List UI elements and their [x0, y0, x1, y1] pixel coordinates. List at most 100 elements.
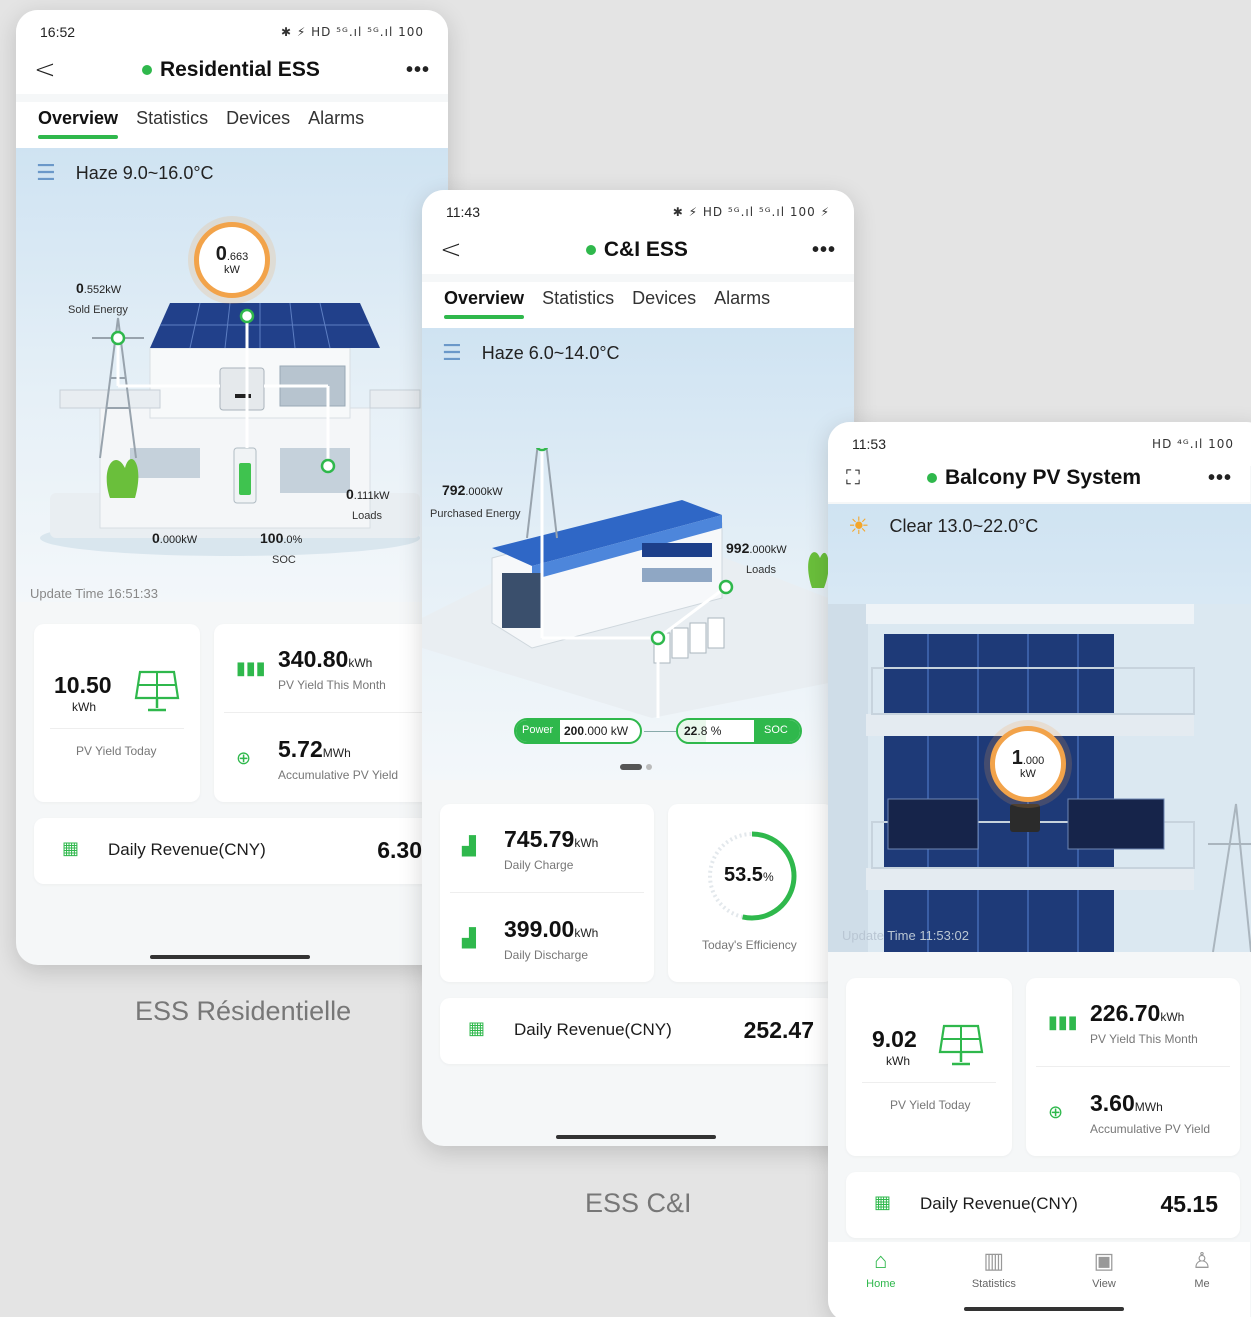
weather-text: Haze 9.0~16.0°C — [75, 162, 214, 183]
ci-phone: 11:43 ✱ ⚡ HD ⁵ᴳ.ıl ⁵ᴳ.ıl 100 ⚡ < C&I ESS… — [422, 190, 854, 1146]
purchased-energy-value: 792.000kW — [442, 482, 503, 498]
pv-yield-acc-value: 5.72MWh — [278, 736, 351, 762]
daily-revenue-value: 45.15 — [1160, 1191, 1218, 1217]
bar-chart-icon: ▮▮▮ — [236, 658, 266, 678]
pv-yield-month-card[interactable]: ▮▮▮ 340.80kWh PV Yield This Month ⊕ 5.72… — [214, 624, 448, 802]
nav-me[interactable]: ♙ Me — [1192, 1248, 1212, 1317]
soc-value: 22.8 % — [684, 724, 722, 738]
online-status-dot — [585, 245, 596, 255]
energy-flow-panel: ☀ Clear 13.0~22.0°C 1.000 kW Update Time… — [828, 504, 1251, 952]
weather-text: Haze 6.0~14.0°C — [481, 342, 620, 363]
tab-overview[interactable]: Overview — [444, 282, 525, 319]
status-icons: ✱ ⚡ HD ⁵ᴳ.ıl ⁵ᴳ.ıl 100 — [280, 25, 424, 39]
back-icon[interactable]: < — [440, 235, 462, 265]
tab-devices[interactable]: Devices — [226, 102, 290, 129]
pv-yield-today-value: 9.02 — [872, 1026, 917, 1052]
online-status-dot — [141, 65, 152, 75]
nav-view-label: View — [1092, 1278, 1116, 1290]
daily-revenue-card[interactable]: ▦ Daily Revenue(CNY) 45.15 — [846, 1172, 1240, 1238]
residential-caption: ESS Résidentielle — [135, 996, 352, 1026]
tab-bar: Overview Statistics Devices Alarms — [422, 282, 854, 328]
status-time: 11:43 — [446, 204, 480, 220]
more-menu-icon[interactable]: ••• — [1208, 467, 1232, 490]
energy-flow-panel: ☰ Haze 6.0~14.0°C 792.000kW Purchased En… — [422, 328, 854, 780]
daily-revenue-card[interactable]: ▦ Daily Revenue(CNY) 6.30 — [34, 818, 448, 884]
pv-yield-month-value: 340.80kWh — [278, 646, 373, 672]
ci-caption: ESS C&I — [585, 1188, 692, 1218]
status-time: 16:52 — [40, 24, 76, 40]
tab-statistics[interactable]: Statistics — [136, 102, 208, 129]
bottom-nav: ⌂ Home ▥ Statistics ▣ View ♙ Me — [828, 1242, 1250, 1317]
status-icons: ✱ ⚡ HD ⁵ᴳ.ıl ⁵ᴳ.ıl 100 ⚡ — [672, 205, 830, 219]
pv-yield-acc-label: Accumulative PV Yield — [1090, 1122, 1211, 1136]
power-label: Power — [516, 720, 560, 742]
loads-label: Loads — [746, 564, 776, 576]
pv-power-gauge: 0.663 kW — [194, 222, 270, 298]
pv-yield-today-card[interactable]: 10.50 kWh PV Yield Today — [34, 624, 200, 802]
solar-panel-icon — [134, 670, 180, 712]
page-title: Balcony PV System — [926, 466, 1141, 490]
soc-label: SOC — [272, 554, 296, 566]
user-icon: ♙ — [1192, 1248, 1212, 1273]
back-icon[interactable]: < — [34, 55, 56, 85]
accumulate-icon: ⊕ — [1048, 1102, 1064, 1122]
energy-flow-panel: ☰ Haze 9.0~16.0°C 0.663 kW 0.552kW Sold … — [16, 148, 448, 602]
nav-home[interactable]: ⌂ Home — [866, 1248, 895, 1317]
accumulate-icon: ⊕ — [236, 748, 252, 768]
efficiency-card[interactable]: 53.5% Today's Efficiency — [668, 804, 834, 982]
page-title: Residential ESS — [141, 58, 320, 82]
page-indicator — [620, 764, 652, 770]
home-icon: ⌂ — [874, 1248, 888, 1273]
loads-label: Loads — [352, 510, 382, 522]
haze-icon: ☰ — [442, 340, 462, 365]
charge-icon: ▟ — [462, 836, 476, 856]
efficiency-value: 53.5% — [724, 864, 774, 886]
more-menu-icon[interactable]: ••• — [812, 239, 836, 262]
pv-power-value: 1.000 — [1011, 747, 1045, 769]
calculator-icon: ▦ — [468, 1018, 486, 1038]
pv-yield-today-unit: kWh — [72, 700, 96, 714]
pv-power-gauge: 1.000 kW — [990, 726, 1066, 802]
pv-yield-month-card[interactable]: ▮▮▮ 226.70kWh PV Yield This Month ⊕ 3.60… — [1026, 978, 1240, 1156]
balcony-phone: 11:53 HD ⁴ᴳ.ıl 100 ⛶ Balcony PV System •… — [828, 422, 1251, 1317]
pv-yield-today-label: PV Yield Today — [76, 744, 157, 758]
home-indicator — [556, 1135, 716, 1139]
solar-panel-icon — [938, 1024, 984, 1066]
daily-charge-card[interactable]: ▟ 745.79kWh Daily Charge ▟ 399.00kWh Dai… — [440, 804, 654, 982]
haze-icon: ☰ — [36, 160, 56, 185]
more-menu-icon[interactable]: ••• — [406, 59, 430, 82]
tab-alarms[interactable]: Alarms — [714, 282, 770, 309]
daily-revenue-card[interactable]: ▦ Daily Revenue(CNY) 252.47 — [440, 998, 836, 1064]
tab-statistics[interactable]: Statistics — [542, 282, 614, 309]
discharge-icon: ▟ — [462, 928, 476, 948]
nav-bar: ⛶ Balcony PV System ••• — [828, 454, 1250, 502]
power-value: 200.000 kW — [564, 724, 629, 738]
page-title-text: Residential ESS — [159, 58, 320, 81]
pv-yield-acc-label: Accumulative PV Yield — [278, 768, 399, 782]
weather-info: ☰ Haze 9.0~16.0°C — [36, 160, 214, 186]
daily-discharge-value: 399.00kWh — [504, 916, 599, 942]
pv-yield-today-card[interactable]: 9.02 kWh PV Yield Today — [846, 978, 1012, 1156]
nav-bar: < C&I ESS ••• — [422, 226, 854, 274]
weather-info: ☀ Clear 13.0~22.0°C — [848, 512, 1038, 541]
nav-bar: < Residential ESS ••• — [16, 46, 448, 94]
daily-revenue-value: 252.47 — [743, 1017, 814, 1043]
home-indicator — [964, 1307, 1124, 1311]
statistics-icon: ▥ — [983, 1248, 1005, 1273]
tab-overview[interactable]: Overview — [38, 102, 119, 139]
pv-power-value: 0.663 — [215, 243, 249, 265]
sold-energy-value: 0.552kW — [76, 280, 122, 296]
tab-alarms[interactable]: Alarms — [308, 102, 364, 129]
pv-power-unit: kW — [1020, 768, 1036, 780]
weather-info: ☰ Haze 6.0~14.0°C — [442, 340, 620, 366]
pv-yield-month-label: PV Yield This Month — [1090, 1032, 1198, 1046]
pv-yield-today-label: PV Yield Today — [890, 1098, 971, 1112]
daily-discharge-label: Daily Discharge — [504, 948, 589, 962]
residential-phone: 16:52 ✱ ⚡ HD ⁵ᴳ.ıl ⁵ᴳ.ıl 100 < Residenti… — [16, 10, 448, 965]
home-indicator — [150, 955, 310, 959]
sold-energy-label: Sold Energy — [68, 304, 128, 316]
power-connector — [644, 731, 676, 732]
tab-devices[interactable]: Devices — [632, 282, 696, 309]
scan-icon[interactable]: ⛶ — [846, 467, 860, 490]
power-pill: Power 200.000 kW — [514, 718, 642, 744]
